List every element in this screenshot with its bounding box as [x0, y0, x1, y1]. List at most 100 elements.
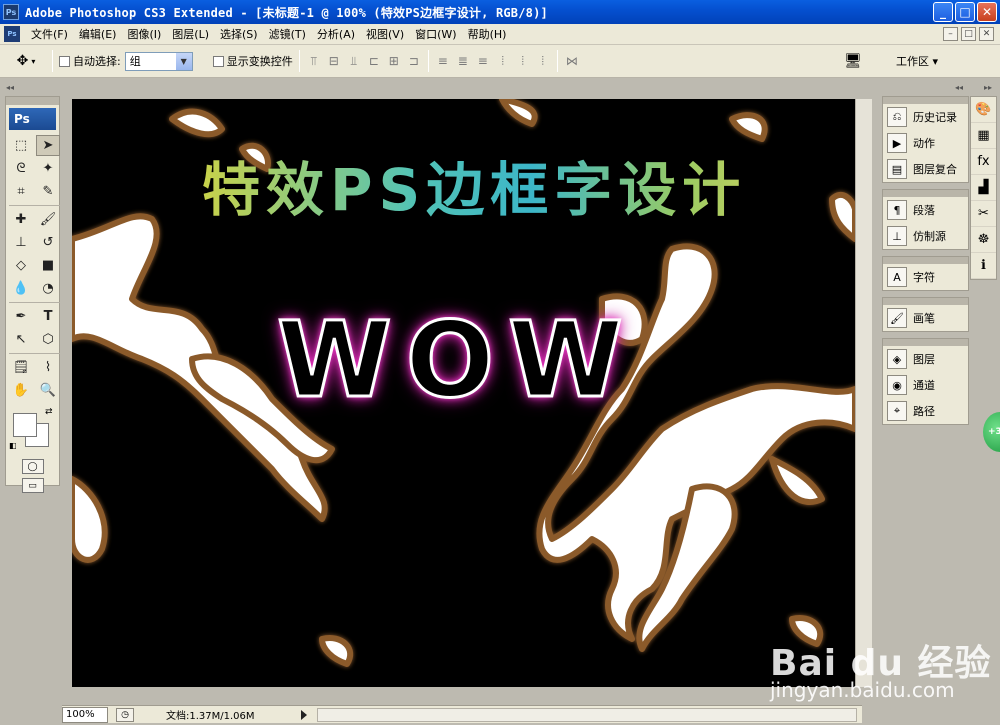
panel-layers[interactable]: ◈ 图层 [883, 346, 968, 372]
panel-brushes[interactable]: 🖌 画笔 [883, 305, 968, 331]
panel-grip[interactable] [883, 298, 968, 305]
distribute-top-icon[interactable]: ≡ [435, 54, 451, 69]
toolbox-grip[interactable] [6, 97, 59, 105]
clone-stamp-tool-icon[interactable]: ⊥ [9, 232, 33, 253]
minimize-button[interactable]: _ [933, 2, 953, 22]
document-icon[interactable]: Ps [4, 26, 20, 42]
doc-minimize-button[interactable]: – [943, 27, 958, 41]
history-brush-tool-icon[interactable]: ↺ [36, 232, 60, 253]
close-button[interactable]: ✕ [977, 2, 997, 22]
workspace-menu[interactable]: 工作区 ▾ [896, 53, 938, 69]
menu-image[interactable]: 图像(I) [127, 26, 161, 42]
hand-tool-icon[interactable]: ✋ [9, 380, 33, 401]
zoom-tool-icon[interactable]: 🔍 [36, 380, 60, 401]
panel-character[interactable]: A 字符 [883, 264, 968, 290]
menu-help[interactable]: 帮助(H) [468, 26, 507, 42]
swatches-icon[interactable]: ▦ [971, 123, 996, 149]
horizontal-scrollbar[interactable] [316, 707, 857, 722]
status-menu-arrow-icon[interactable] [300, 709, 307, 720]
menu-file[interactable]: 文件(F) [31, 26, 68, 42]
path-selection-tool-icon[interactable]: ↖ [9, 329, 33, 350]
healing-brush-tool-icon[interactable]: ✚ [9, 209, 33, 230]
distribute-vcenter-icon[interactable]: ≣ [455, 54, 471, 69]
navigator-icon[interactable]: 🎨 [971, 97, 996, 123]
move-tool-preset-icon[interactable]: ✥ ▾ [6, 48, 46, 74]
vertical-scrollbar[interactable] [855, 99, 872, 687]
marquee-tool-icon[interactable]: ⬚ [9, 135, 33, 156]
menu-select[interactable]: 选择(S) [220, 26, 258, 42]
status-info-icon[interactable]: ◷ [116, 707, 134, 722]
panel-grip[interactable] [883, 190, 968, 197]
menu-edit[interactable]: 编辑(E) [79, 26, 117, 42]
collapse-left-icon[interactable]: ◂◂ [6, 83, 14, 92]
workspace-switch-icon[interactable]: 🖥 [842, 51, 864, 71]
align-top-icon[interactable]: ⫪ [306, 54, 322, 69]
auto-select-dropdown[interactable]: 组 ▼ [124, 51, 193, 71]
menu-layer[interactable]: 图层(L) [172, 26, 209, 42]
panel-actions[interactable]: ▶ 动作 [883, 130, 968, 156]
panel-grip[interactable] [883, 97, 968, 104]
auto-select-checkbox[interactable] [59, 55, 70, 67]
panel-paths[interactable]: ⌖ 路径 [883, 398, 968, 424]
panel-paragraph[interactable]: ¶ 段落 [883, 197, 968, 223]
move-tool-icon[interactable]: ➤ [36, 135, 60, 156]
blur-tool-icon[interactable]: 💧 [9, 278, 33, 299]
distribute-right-icon[interactable]: ⦙ [535, 54, 551, 69]
quick-mask-icon[interactable]: ◯ [21, 459, 44, 474]
distribute-hcenter-icon[interactable]: ⦙ [515, 54, 531, 69]
info-icon[interactable]: ℹ [971, 253, 996, 279]
lasso-tool-icon[interactable]: ᘓ [9, 158, 33, 179]
gradient-tool-icon[interactable]: ■ [36, 255, 60, 276]
eraser-tool-icon[interactable]: ◇ [9, 255, 33, 276]
swap-colors-icon[interactable]: ⇄ [45, 407, 53, 417]
menu-filter[interactable]: 滤镜(T) [269, 26, 306, 42]
auto-align-layers-icon[interactable]: ⋈ [564, 54, 580, 68]
distribute-left-icon[interactable]: ⦙ [495, 54, 511, 69]
brushes-icon: 🖌 [887, 308, 907, 328]
show-transform-checkbox[interactable] [212, 55, 224, 67]
crop-tool-icon[interactable]: ⌗ [9, 181, 33, 202]
align-bottom-icon[interactable]: ⫫ [346, 54, 362, 69]
panel-group-brushes: 🖌 画笔 [882, 297, 969, 332]
slice-tool-icon[interactable]: ✎ [36, 181, 60, 202]
menu-window[interactable]: 窗口(W) [415, 26, 456, 42]
brush-tool-icon[interactable]: 🖌 [36, 209, 60, 230]
screen-mode-icon[interactable]: ▭ [21, 478, 44, 493]
styles-icon[interactable]: fx [971, 149, 996, 175]
foreground-color-swatch[interactable] [13, 413, 37, 437]
menu-view[interactable]: 视图(V) [366, 26, 404, 42]
expand-panels-icon[interactable]: ▸▸ [984, 83, 992, 92]
panel-history[interactable]: ⎌ 历史记录 [883, 104, 968, 130]
doc-restore-button[interactable]: □ [961, 27, 976, 41]
histogram-icon[interactable]: ▟ [971, 175, 996, 201]
notes-tool-icon[interactable]: 🗒 [9, 357, 33, 378]
panel-clone-source[interactable]: ⊥ 仿制源 [883, 223, 968, 249]
photoshop-logo[interactable]: Ps [9, 108, 56, 130]
tool-presets-icon[interactable]: ✂ [971, 201, 996, 227]
maximize-button[interactable]: □ [955, 2, 975, 22]
eyedropper-tool-icon[interactable]: ⌇ [36, 357, 60, 378]
magic-wand-tool-icon[interactable]: ✦ [36, 158, 60, 179]
clone-source-icon: ⊥ [887, 226, 907, 246]
panel-grip[interactable] [883, 339, 968, 346]
channels-icon: ◉ [887, 375, 907, 395]
panel-grip[interactable] [883, 257, 968, 264]
align-right-icon[interactable]: ⊐ [406, 54, 422, 69]
shape-tool-icon[interactable]: ⬡ [36, 329, 60, 350]
pen-tool-icon[interactable]: ✒ [9, 306, 33, 327]
menu-analysis[interactable]: 分析(A) [317, 26, 355, 42]
default-colors-icon[interactable]: ◧ [9, 441, 17, 450]
type-tool-icon[interactable]: T [36, 306, 60, 327]
collapse-panels-icon[interactable]: ◂◂ [955, 83, 963, 92]
panel-layer-comps[interactable]: ▤ 图层复合 [883, 156, 968, 182]
align-hcenter-icon[interactable]: ⊞ [386, 54, 402, 69]
zoom-level-field[interactable]: 100% [62, 706, 108, 723]
distribute-bottom-icon[interactable]: ≡ [475, 54, 491, 69]
document-canvas[interactable]: 特效PS边框字设计 WOW [72, 99, 855, 687]
doc-close-button[interactable]: ✕ [979, 27, 994, 41]
align-left-icon[interactable]: ⊏ [366, 54, 382, 69]
align-vcenter-icon[interactable]: ⊟ [326, 54, 342, 69]
dodge-tool-icon[interactable]: ◔ [36, 278, 60, 299]
navigator-wheel-icon[interactable]: ☸ [971, 227, 996, 253]
panel-channels[interactable]: ◉ 通道 [883, 372, 968, 398]
